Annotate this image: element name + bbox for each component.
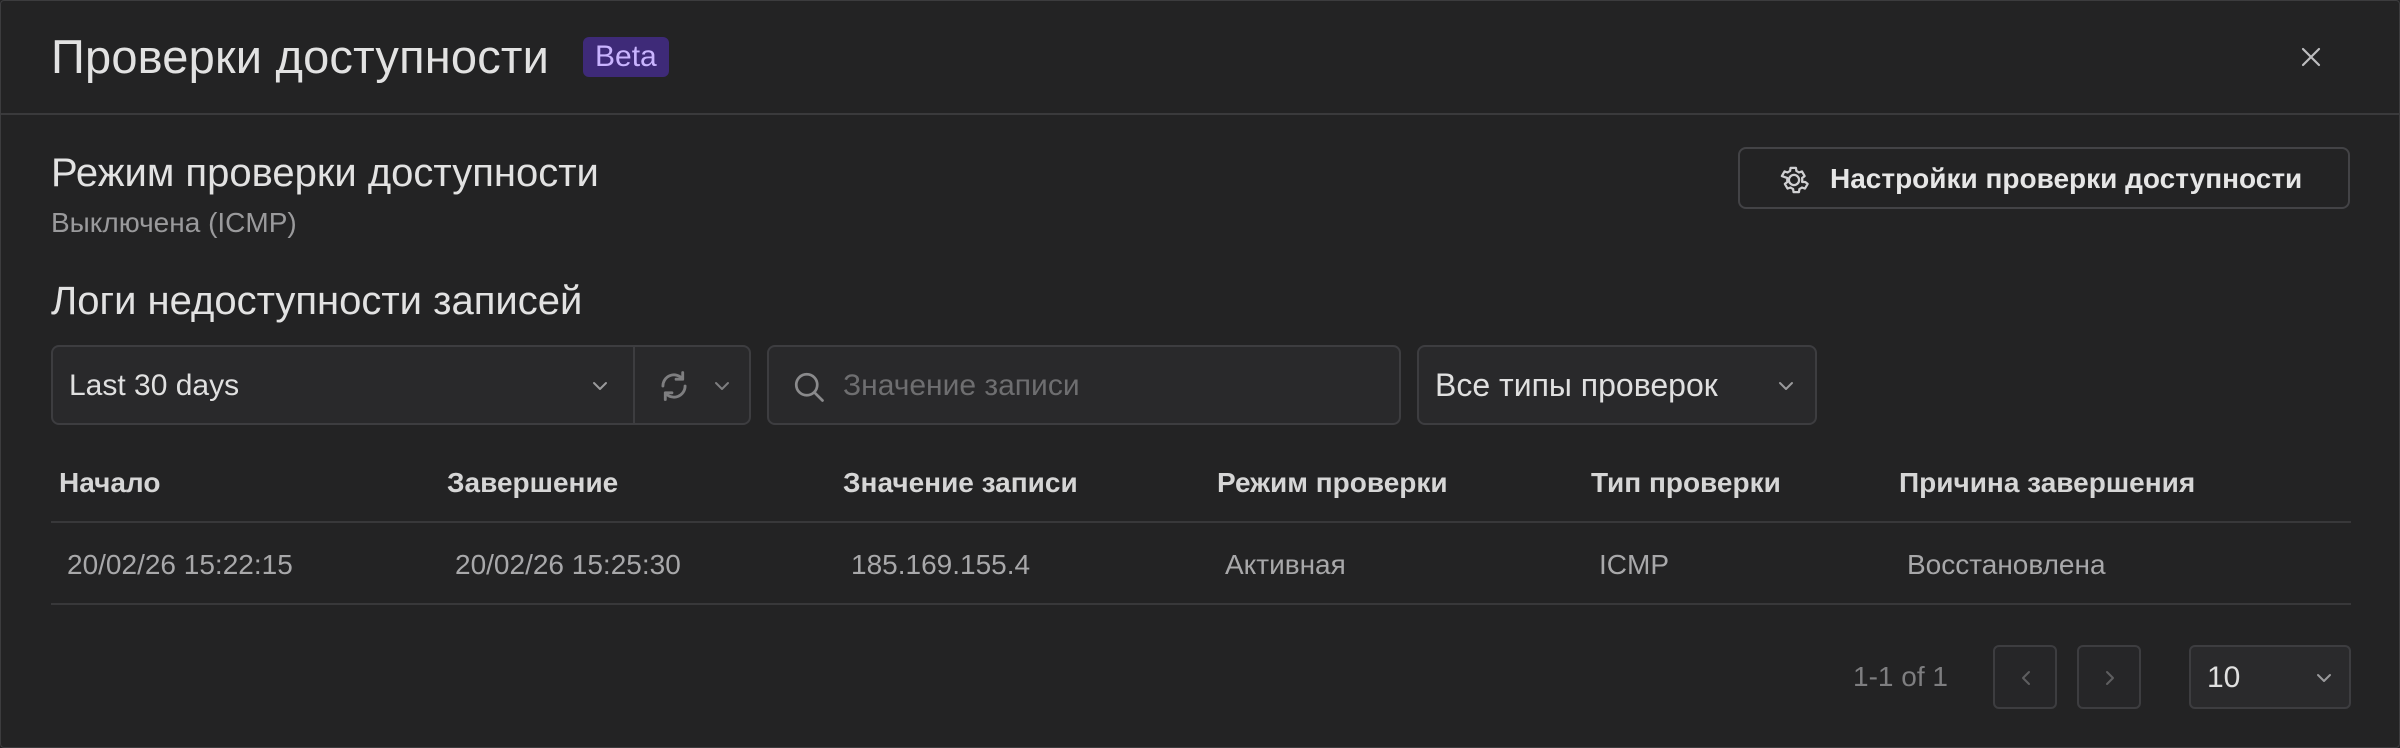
column-header-record-value[interactable]: Значение записи: [843, 467, 1078, 499]
mode-section-title: Режим проверки доступности: [51, 151, 599, 195]
beta-badge: Beta: [583, 37, 669, 77]
logs-section-title: Логи недоступности записей: [51, 279, 583, 323]
column-header-end[interactable]: Завершение: [447, 467, 618, 499]
column-header-end-reason[interactable]: Причина завершения: [1899, 467, 2195, 499]
column-header-check-type[interactable]: Тип проверки: [1591, 467, 1781, 499]
chevron-down-icon: [593, 382, 607, 390]
cell-check-mode: Активная: [1225, 549, 1346, 580]
gear-icon: [1780, 166, 1809, 194]
chevron-down-icon: [1779, 382, 1793, 390]
search-icon: [794, 372, 824, 402]
availability-settings-button[interactable]: Настройки проверки доступности: [1738, 147, 2350, 209]
date-range-value: Last 30 days: [69, 369, 240, 402]
chevron-right-icon: [2106, 671, 2114, 685]
refresh-button[interactable]: [633, 345, 751, 425]
chevron-left-icon: [2022, 671, 2030, 685]
date-range-select[interactable]: Last 30 days: [51, 345, 635, 425]
cell-record-value: 185.169.155.4: [851, 549, 1031, 580]
modal-header: Проверки доступности Beta: [1, 1, 2399, 115]
page-size-value: 10: [2207, 661, 2241, 694]
table-row-divider: [51, 603, 2351, 605]
previous-page-button[interactable]: [1993, 645, 2057, 709]
table-header-divider: [51, 521, 2351, 523]
settings-button-label: Настройки проверки доступности: [1830, 163, 2303, 194]
search-placeholder: Значение записи: [843, 369, 1080, 402]
column-header-start[interactable]: Начало: [59, 467, 160, 499]
refresh-icon: [661, 371, 687, 401]
next-page-button[interactable]: [2077, 645, 2141, 709]
column-header-check-mode[interactable]: Режим проверки: [1217, 467, 1448, 499]
pagination-info: 1-1 of 1: [1853, 661, 1948, 692]
chevron-down-icon: [2317, 674, 2331, 682]
mode-status: Выключена (ICMP): [51, 207, 297, 238]
cell-end: 20/02/26 15:25:30: [455, 549, 681, 580]
chevron-down-icon: [715, 382, 729, 390]
check-type-select[interactable]: Все типы проверок: [1417, 345, 1817, 425]
cell-start: 20/02/26 15:22:15: [67, 549, 293, 580]
check-type-value: Все типы проверок: [1435, 367, 1718, 403]
record-search-field[interactable]: Значение записи: [767, 345, 1401, 425]
close-icon: [2301, 47, 2321, 67]
modal-title: Проверки доступности: [51, 30, 550, 83]
availability-checks-modal: Проверки доступности Beta Режим проверки…: [0, 0, 2400, 748]
close-button[interactable]: [2293, 39, 2329, 75]
cell-check-type: ICMP: [1599, 549, 1669, 580]
page-size-select[interactable]: 10: [2189, 645, 2351, 709]
cell-end-reason: Восстановлена: [1907, 549, 2106, 580]
